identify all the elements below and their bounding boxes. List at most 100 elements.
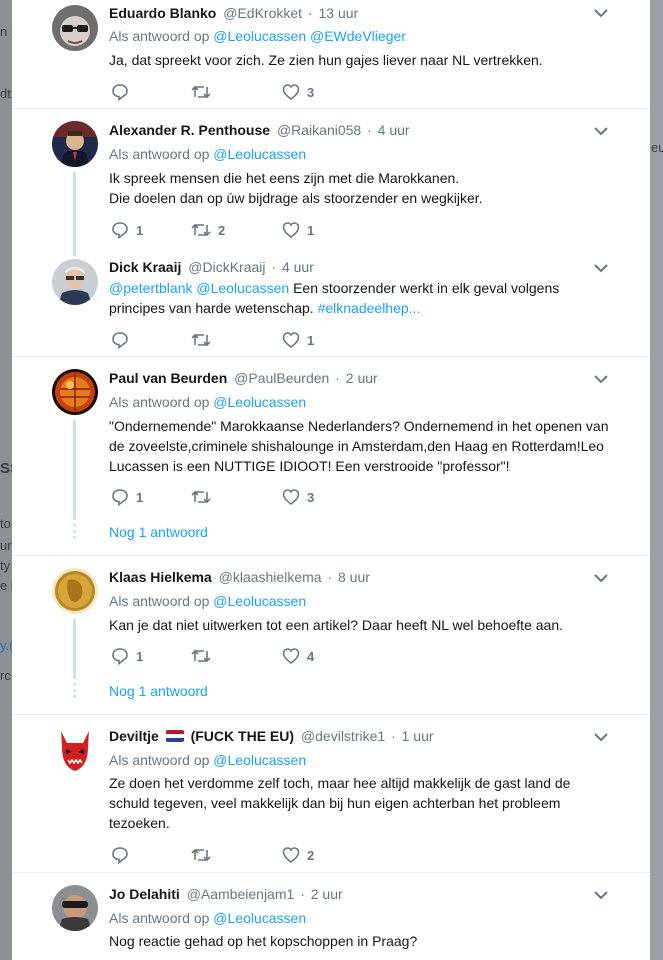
user-handle[interactable]: @PaulBeurden (234, 370, 329, 386)
chevron-down-icon[interactable] (594, 374, 608, 384)
display-name[interactable]: Paul van Beurden (109, 370, 227, 386)
like-button[interactable]: 1 (282, 220, 314, 240)
like-button[interactable]: 1 (282, 330, 314, 350)
tweet-header: Alexander R. Penthouse @Raikani058 · 4 u… (109, 121, 410, 139)
reply-prefix: Als antwoord op (109, 752, 210, 768)
reply-button[interactable] (111, 845, 129, 865)
avatar[interactable] (52, 121, 98, 167)
retweet-button[interactable] (191, 487, 211, 507)
reply-mention-link[interactable]: @Leolucassen (213, 910, 306, 926)
retweet-button[interactable] (191, 330, 211, 350)
chevron-down-icon[interactable] (594, 732, 608, 742)
like-count: 3 (307, 489, 315, 505)
separator: · (335, 370, 340, 386)
like-button[interactable]: 3 (282, 82, 314, 102)
display-name[interactable]: Deviltje (109, 728, 159, 744)
reply-icon (112, 332, 128, 349)
like-button[interactable]: 4 (282, 646, 314, 666)
mention-link[interactable]: @Leolucassen (196, 280, 289, 296)
user-handle[interactable]: @devilstrike1 (301, 728, 385, 744)
like-button[interactable]: 2 (282, 845, 314, 865)
user-handle[interactable]: @Raikani058 (277, 122, 361, 138)
timestamp[interactable]: 13 uur (319, 5, 359, 21)
reply-button[interactable]: 1 (111, 220, 143, 240)
heart-icon (282, 222, 300, 239)
tweet[interactable]: Jo Delahiti @Aambeienjam1 · 2 uur Als an… (12, 872, 650, 960)
reply-button[interactable] (111, 82, 129, 102)
reply-button[interactable]: 1 (111, 646, 143, 666)
display-name-suffix[interactable]: (FUCK THE EU) (191, 728, 294, 744)
timestamp[interactable]: 2 uur (311, 886, 343, 902)
heart-icon (282, 84, 300, 101)
hashtag-link[interactable]: #elknadeelhep... (318, 300, 421, 316)
mention-link[interactable]: @petertblank (109, 280, 192, 296)
avatar[interactable] (52, 885, 98, 931)
chevron-down-icon[interactable] (594, 263, 608, 273)
retweet-icon (191, 223, 211, 237)
user-handle[interactable]: @Aambeienjam1 (187, 886, 295, 902)
like-button[interactable]: 3 (282, 487, 314, 507)
reply-mention-link[interactable]: @Leolucassen (213, 394, 306, 410)
show-more-replies-link[interactable]: Nog 1 antwoord (109, 682, 208, 700)
tweet-text: "Ondernemende" Marokkaanse Nederlanders?… (109, 416, 629, 476)
user-handle[interactable]: @DickKraaij (188, 259, 265, 275)
tweet-header: Deviltje (FUCK THE EU) @devilstrike1 · 1… (109, 727, 434, 745)
avatar[interactable] (52, 727, 98, 773)
tweet-text-line: Ze doen het verdomme zelf toch, maar hee… (109, 775, 571, 791)
retweet-button[interactable] (191, 82, 211, 102)
reply-button[interactable] (111, 330, 129, 350)
like-count: 3 (307, 84, 315, 100)
tweet[interactable]: Paul van Beurden @PaulBeurden · 2 uur Al… (12, 356, 650, 556)
thread-dots (73, 683, 77, 701)
tweet-text-segment: principes van harde wetenschap. (109, 300, 314, 316)
show-more-replies-link[interactable]: Nog 1 antwoord (109, 523, 208, 541)
tweet[interactable]: Alexander R. Penthouse @Raikani058 · 4 u… (12, 108, 650, 357)
tweet-header: Klaas Hielkema @klaashielkema · 8 uur (109, 568, 370, 586)
avatar[interactable] (52, 369, 98, 415)
reply-context: Als antwoord op @Leolucassen (109, 145, 306, 163)
tweet-text: Ja, dat spreekt voor zich. Ze zien hun g… (109, 52, 543, 68)
reply-prefix: Als antwoord op (109, 910, 210, 926)
chevron-down-icon[interactable] (594, 126, 608, 136)
tweet[interactable]: Eduardo Blanko @EdKrokket · 13 uur Als a… (12, 0, 650, 109)
chevron-down-icon[interactable] (594, 573, 608, 583)
chevron-down-icon[interactable] (594, 890, 608, 900)
reply-mention-link[interactable]: @Leolucassen @EWdeVlieger (213, 28, 406, 44)
retweet-button[interactable]: 2 (191, 220, 225, 240)
tweet-text: Ik spreek mensen die het eens zijn met d… (109, 168, 609, 208)
tweet[interactable]: Deviltje (FUCK THE EU) @devilstrike1 · 1… (12, 714, 650, 873)
avatar[interactable] (52, 259, 98, 305)
reply-mention-link[interactable]: @Leolucassen (213, 752, 306, 768)
thread-dots (73, 524, 77, 542)
timestamp[interactable]: 4 uur (282, 259, 314, 275)
avatar[interactable] (52, 5, 98, 51)
retweet-button[interactable] (191, 845, 211, 865)
timestamp[interactable]: 2 uur (346, 370, 378, 386)
display-name[interactable]: Alexander R. Penthouse (109, 122, 270, 138)
avatar[interactable] (52, 568, 98, 614)
display-name[interactable]: Eduardo Blanko (109, 5, 216, 21)
retweet-icon (191, 85, 211, 99)
tweet[interactable]: Klaas Hielkema @klaashielkema · 8 uur Al… (12, 555, 650, 715)
display-name[interactable]: Klaas Hielkema (109, 569, 212, 585)
avatar-image (52, 369, 98, 415)
tweet-text-line: de zoveelste,criminele shishalounge in A… (109, 438, 604, 454)
reply-mention-link[interactable]: @Leolucassen (213, 146, 306, 162)
thread-line (73, 420, 76, 520)
bg-fragment: ty (0, 558, 11, 573)
reply-button[interactable]: 1 (111, 487, 143, 507)
display-name[interactable]: Jo Delahiti (109, 886, 180, 902)
chevron-down-icon[interactable] (594, 8, 608, 18)
separator: · (391, 728, 396, 744)
timestamp[interactable]: 8 uur (338, 569, 370, 585)
tweet-text: Ze doen het verdomme zelf toch, maar hee… (109, 773, 629, 833)
user-handle[interactable]: @EdKrokket (223, 5, 302, 21)
timestamp[interactable]: 4 uur (378, 122, 410, 138)
timestamp[interactable]: 1 uur (402, 728, 434, 744)
user-handle[interactable]: @klaashielkema (219, 569, 322, 585)
tweet-header: Dick Kraaij @DickKraaij · 4 uur (109, 258, 314, 276)
reply-mention-link[interactable]: @Leolucassen (213, 593, 306, 609)
thread-line (73, 619, 76, 679)
retweet-button[interactable] (191, 646, 211, 666)
display-name[interactable]: Dick Kraaij (109, 259, 181, 275)
